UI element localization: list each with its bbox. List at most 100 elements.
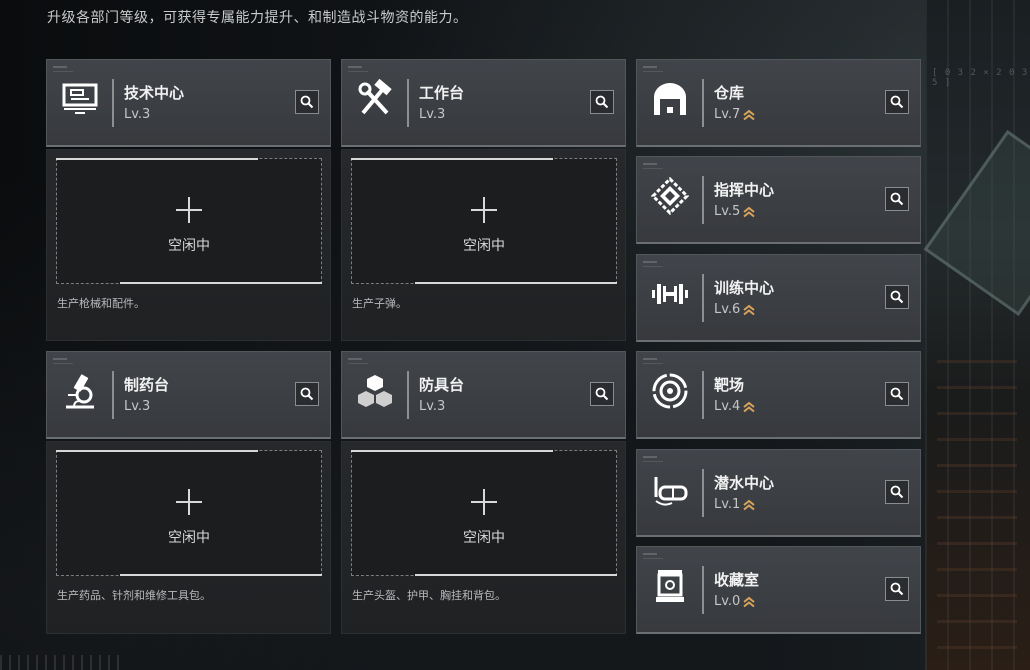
building-level: Lv.6: [714, 302, 755, 317]
building-name: 收藏室: [714, 571, 760, 589]
level-text: Lv.3: [419, 107, 446, 122]
level-text: Lv.4: [714, 399, 741, 414]
upgrade-arrow-icon: [743, 499, 755, 510]
production-description: 生产药品、针剂和维修工具包。: [57, 589, 211, 602]
building-card-tech-center[interactable]: 技术中心 Lv.3: [46, 59, 331, 147]
building-level: Lv.0: [714, 594, 755, 609]
hammer-wrench-icon: [352, 76, 398, 122]
production-panel-workbench: 空闲中 生产子弹。: [341, 149, 626, 341]
slot-frame-line: [120, 574, 322, 576]
search-button[interactable]: [295, 382, 319, 406]
plus-icon: [471, 197, 497, 223]
building-level: Lv.4: [714, 399, 755, 414]
page-subtitle: 升级各部门等级，可获得专属能力提升、和制造战斗物资的能力。: [47, 10, 468, 26]
upgrade-arrow-icon: [743, 206, 755, 217]
building-card-diving-center[interactable]: 潜水中心 Lv.1: [636, 449, 921, 537]
production-description: 生产枪械和配件。: [57, 297, 145, 310]
building-name: 工作台: [419, 84, 465, 102]
slot-frame-line: [120, 282, 322, 284]
chip-icon: [647, 173, 693, 219]
production-slot[interactable]: 空闲中: [56, 450, 322, 576]
card-corner-mark: [348, 66, 368, 72]
card-corner-mark: [643, 261, 663, 267]
building-name: 潜水中心: [714, 474, 775, 492]
upgrade-arrow-icon: [743, 401, 755, 412]
card-corner-mark: [643, 553, 663, 559]
building-card-warehouse[interactable]: 仓库 Lv.7: [636, 59, 921, 147]
search-icon: [890, 387, 904, 401]
level-text: Lv.6: [714, 302, 741, 317]
card-divider: [112, 371, 114, 419]
search-icon: [890, 582, 904, 596]
slot-frame-line: [415, 282, 617, 284]
level-text: Lv.7: [714, 107, 741, 122]
search-button[interactable]: [590, 90, 614, 114]
production-slot[interactable]: 空闲中: [56, 158, 322, 284]
building-level: Lv.5: [714, 204, 755, 219]
search-icon: [595, 95, 609, 109]
slot-frame-line: [56, 450, 258, 452]
slot-frame-line: [351, 450, 553, 452]
search-button[interactable]: [295, 90, 319, 114]
building-level: Lv.3: [124, 107, 150, 122]
card-divider: [702, 79, 704, 127]
production-slot[interactable]: 空闲中: [351, 158, 617, 284]
decor-stripes: [0, 655, 120, 670]
warehouse-icon: [647, 76, 693, 122]
search-button[interactable]: [885, 187, 909, 211]
building-card-pharmacy[interactable]: 制药台 Lv.3: [46, 351, 331, 439]
building-level: Lv.7: [714, 107, 755, 122]
building-name: 制药台: [124, 376, 170, 394]
building-card-training-center[interactable]: 训练中心 Lv.6: [636, 254, 921, 342]
building-name: 指挥中心: [714, 181, 775, 199]
building-card-shooting-range[interactable]: 靶场 Lv.4: [636, 351, 921, 439]
search-button[interactable]: [885, 577, 909, 601]
level-text: Lv.1: [714, 497, 741, 512]
search-icon: [890, 290, 904, 304]
cubes-icon: [352, 368, 398, 414]
search-icon: [890, 95, 904, 109]
production-slot[interactable]: 空闲中: [351, 450, 617, 576]
dumbbell-icon: [647, 271, 693, 317]
slot-status: 空闲中: [168, 238, 210, 254]
building-name: 技术中心: [124, 84, 185, 102]
search-icon: [300, 387, 314, 401]
search-button[interactable]: [885, 480, 909, 504]
upgrade-arrow-icon: [743, 304, 755, 315]
building-card-collection-room[interactable]: 收藏室 Lv.0: [636, 546, 921, 634]
search-button[interactable]: [885, 285, 909, 309]
card-corner-mark: [53, 358, 73, 364]
search-button[interactable]: [885, 382, 909, 406]
search-icon: [300, 95, 314, 109]
plus-icon: [176, 197, 202, 223]
production-panel-pharmacy: 空闲中 生产药品、针剂和维修工具包。: [46, 441, 331, 634]
card-corner-mark: [643, 66, 663, 72]
building-card-armor-bench[interactable]: 防具台 Lv.3: [341, 351, 626, 439]
search-button[interactable]: [590, 382, 614, 406]
upgrade-arrow-icon: [743, 596, 755, 607]
search-icon: [890, 485, 904, 499]
search-icon: [890, 192, 904, 206]
level-text: Lv.3: [419, 399, 446, 414]
slot-frame-line: [415, 574, 617, 576]
building-card-workbench[interactable]: 工作台 Lv.3: [341, 59, 626, 147]
level-text: Lv.3: [124, 399, 151, 414]
card-divider: [407, 79, 409, 127]
production-description: 生产子弹。: [352, 297, 407, 310]
production-panel-tech-center: 空闲中 生产枪械和配件。: [46, 149, 331, 341]
search-button[interactable]: [885, 90, 909, 114]
building-level: Lv.3: [419, 107, 445, 122]
slot-frame-line: [351, 158, 553, 160]
target-icon: [647, 368, 693, 414]
microscope-icon: [57, 368, 103, 414]
building-name: 训练中心: [714, 279, 775, 297]
building-card-command-center[interactable]: 指挥中心 Lv.5: [636, 156, 921, 244]
level-text: Lv.0: [714, 594, 741, 609]
card-divider: [407, 371, 409, 419]
plus-icon: [471, 489, 497, 515]
building-level: Lv.3: [419, 399, 445, 414]
plus-icon: [176, 489, 202, 515]
slot-status: 空闲中: [463, 530, 505, 546]
card-corner-mark: [643, 163, 663, 169]
card-divider: [702, 469, 704, 517]
